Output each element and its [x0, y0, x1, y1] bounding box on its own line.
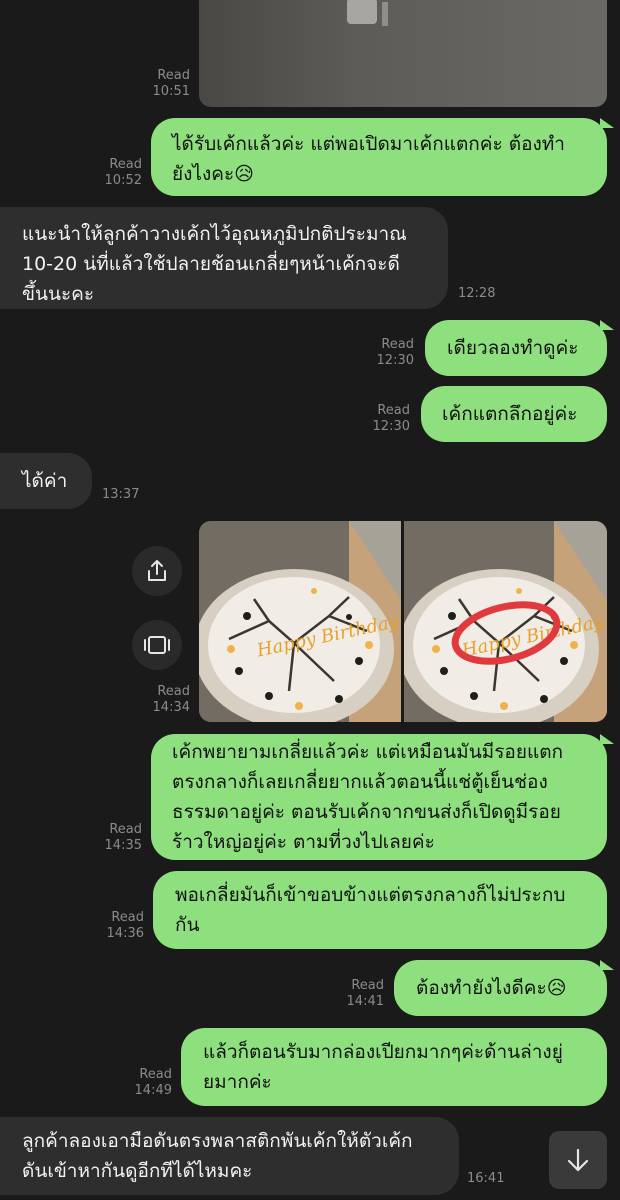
message-text: แล้วก็ตอนรับมากล่องเปียกมากๆค่ะด้านล่างย…	[203, 1041, 563, 1093]
message-time: 10:52	[104, 173, 142, 188]
read-status: Read	[109, 822, 142, 837]
read-status: Read	[157, 684, 190, 699]
message-time: 16:41	[467, 1171, 505, 1186]
outgoing-message[interactable]: พอเกลี่ยมันก็เข้าขอบข้างแต่ตรงกลางก็ไม่ป…	[153, 871, 607, 949]
message-text: เดียวลองทำดูค่ะ	[447, 337, 579, 359]
read-status: Read	[351, 978, 384, 993]
message-meta: Read 14:41	[332, 978, 384, 1010]
read-status: Read	[377, 403, 410, 418]
message-time: 12:28	[458, 286, 496, 301]
message-meta: Read 14:34	[140, 684, 190, 716]
read-status: Read	[381, 337, 414, 352]
incoming-message[interactable]: ได้ค่า	[0, 453, 92, 509]
message-text: ต้องทำยังไงดีคะ😥	[416, 977, 567, 999]
message-text: ลูกค้าลองเอามือดันตรงพลาสติกพันเค้กให้ตั…	[22, 1130, 413, 1182]
message-time: 14:49	[134, 1083, 172, 1098]
message-time: 13:37	[102, 487, 140, 502]
message-time: 12:30	[372, 419, 410, 434]
read-status: Read	[157, 68, 190, 83]
read-status: Read	[139, 1067, 172, 1082]
read-status: Read	[109, 157, 142, 172]
message-time: 14:36	[106, 926, 144, 941]
message-time: 14:41	[346, 994, 384, 1009]
sent-image-top[interactable]	[199, 0, 607, 107]
outgoing-message[interactable]: ได้รับเค้กแล้วค่ะ แต่พอเปิดมาเค้กแตกค่ะ …	[151, 118, 607, 196]
bubble-tail	[600, 118, 614, 128]
message-text: ได้รับเค้กแล้วค่ะ แต่พอเปิดมาเค้กแตกค่ะ …	[172, 133, 565, 185]
message-meta: Read 12:30	[358, 403, 410, 435]
gallery-button[interactable]	[132, 620, 182, 670]
message-meta: Read 14:35	[90, 822, 142, 854]
outgoing-message[interactable]: เค้กพยายามเกลี่ยแล้วค่ะ แต่เหมือนมันมีรอ…	[151, 734, 607, 860]
message-text: แนะนำให้ลูกค้าวางเค้กไว้อุณหภูมิปกติประม…	[22, 223, 407, 305]
read-status: Read	[111, 910, 144, 925]
message-meta: Read 10:51	[140, 68, 190, 100]
image-object	[382, 2, 388, 26]
message-text: เค้กแตกลึกอยู่ค่ะ	[442, 403, 578, 425]
message-time: 14:35	[104, 838, 142, 853]
message-meta: Read 14:36	[92, 910, 144, 942]
bubble-tail	[600, 320, 614, 330]
cake-illustration: Happy Birthday	[404, 521, 607, 722]
message-meta: Read 12:30	[362, 337, 414, 369]
message-time: 10:51	[152, 84, 190, 99]
share-icon	[148, 560, 166, 581]
cake-photo[interactable]: Happy Birthday	[199, 521, 401, 722]
incoming-message[interactable]: แนะนำให้ลูกค้าวางเค้กไว้อุณหภูมิปกติประม…	[0, 207, 448, 309]
arrow-down-icon	[567, 1148, 589, 1172]
share-button[interactable]	[132, 546, 182, 596]
outgoing-message[interactable]: เค้กแตกลึกอยู่ค่ะ	[421, 386, 607, 442]
message-text: พอเกลี่ยมันก็เข้าขอบข้างแต่ตรงกลางก็ไม่ป…	[175, 884, 566, 936]
message-text: ได้ค่า	[22, 470, 68, 492]
outgoing-message[interactable]: แล้วก็ตอนรับมากล่องเปียกมากๆค่ะด้านล่างย…	[181, 1028, 607, 1106]
message-meta: Read 10:52	[90, 157, 142, 189]
image-object	[347, 0, 377, 24]
message-meta: Read 14:49	[120, 1067, 172, 1099]
bubble-tail	[600, 734, 614, 744]
bubble-tail	[600, 960, 614, 970]
outgoing-message[interactable]: ต้องทำยังไงดีคะ😥	[394, 960, 607, 1016]
message-time: 14:34	[152, 700, 190, 715]
message-time: 12:30	[376, 353, 414, 368]
incoming-message[interactable]: ลูกค้าลองเอามือดันตรงพลาสติกพันเค้กให้ตั…	[0, 1117, 459, 1195]
cake-photo-annotated[interactable]: Happy Birthday	[404, 521, 607, 722]
message-text: เค้กพยายามเกลี่ยแล้วค่ะ แต่เหมือนมันมีรอ…	[172, 741, 564, 853]
outgoing-message[interactable]: เดียวลองทำดูค่ะ	[425, 320, 607, 376]
scroll-down-button[interactable]	[549, 1131, 607, 1189]
gallery-icon	[144, 636, 170, 654]
cake-illustration: Happy Birthday	[199, 521, 401, 722]
